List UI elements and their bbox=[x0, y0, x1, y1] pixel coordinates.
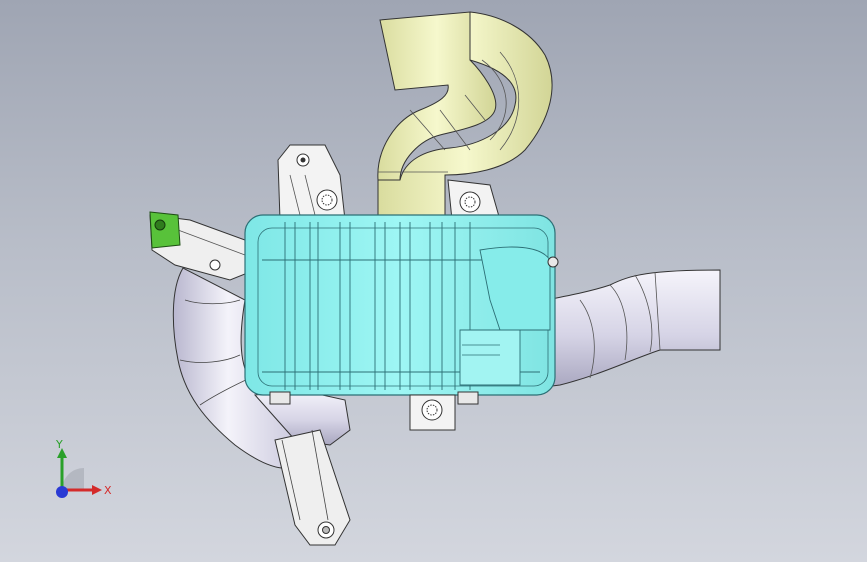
top-left-bracket[interactable] bbox=[277, 144, 346, 221]
bottom-center-bracket[interactable] bbox=[409, 394, 456, 431]
canister-body[interactable] bbox=[244, 214, 559, 405]
triad-quadrant bbox=[62, 468, 84, 490]
z-axis-dot bbox=[56, 486, 68, 498]
cad-model-canvas[interactable] bbox=[0, 0, 867, 562]
left-mounting-bracket[interactable] bbox=[149, 211, 256, 281]
bottom-mounting-bracket[interactable] bbox=[274, 429, 351, 546]
top-right-bracket[interactable] bbox=[447, 179, 501, 221]
axis-triad: Y X bbox=[55, 440, 112, 498]
cad-viewport[interactable]: Y X bbox=[0, 0, 867, 562]
y-axis-label: Y bbox=[55, 440, 63, 451]
x-axis-label: X bbox=[104, 484, 112, 497]
x-axis-arrow bbox=[92, 485, 102, 495]
